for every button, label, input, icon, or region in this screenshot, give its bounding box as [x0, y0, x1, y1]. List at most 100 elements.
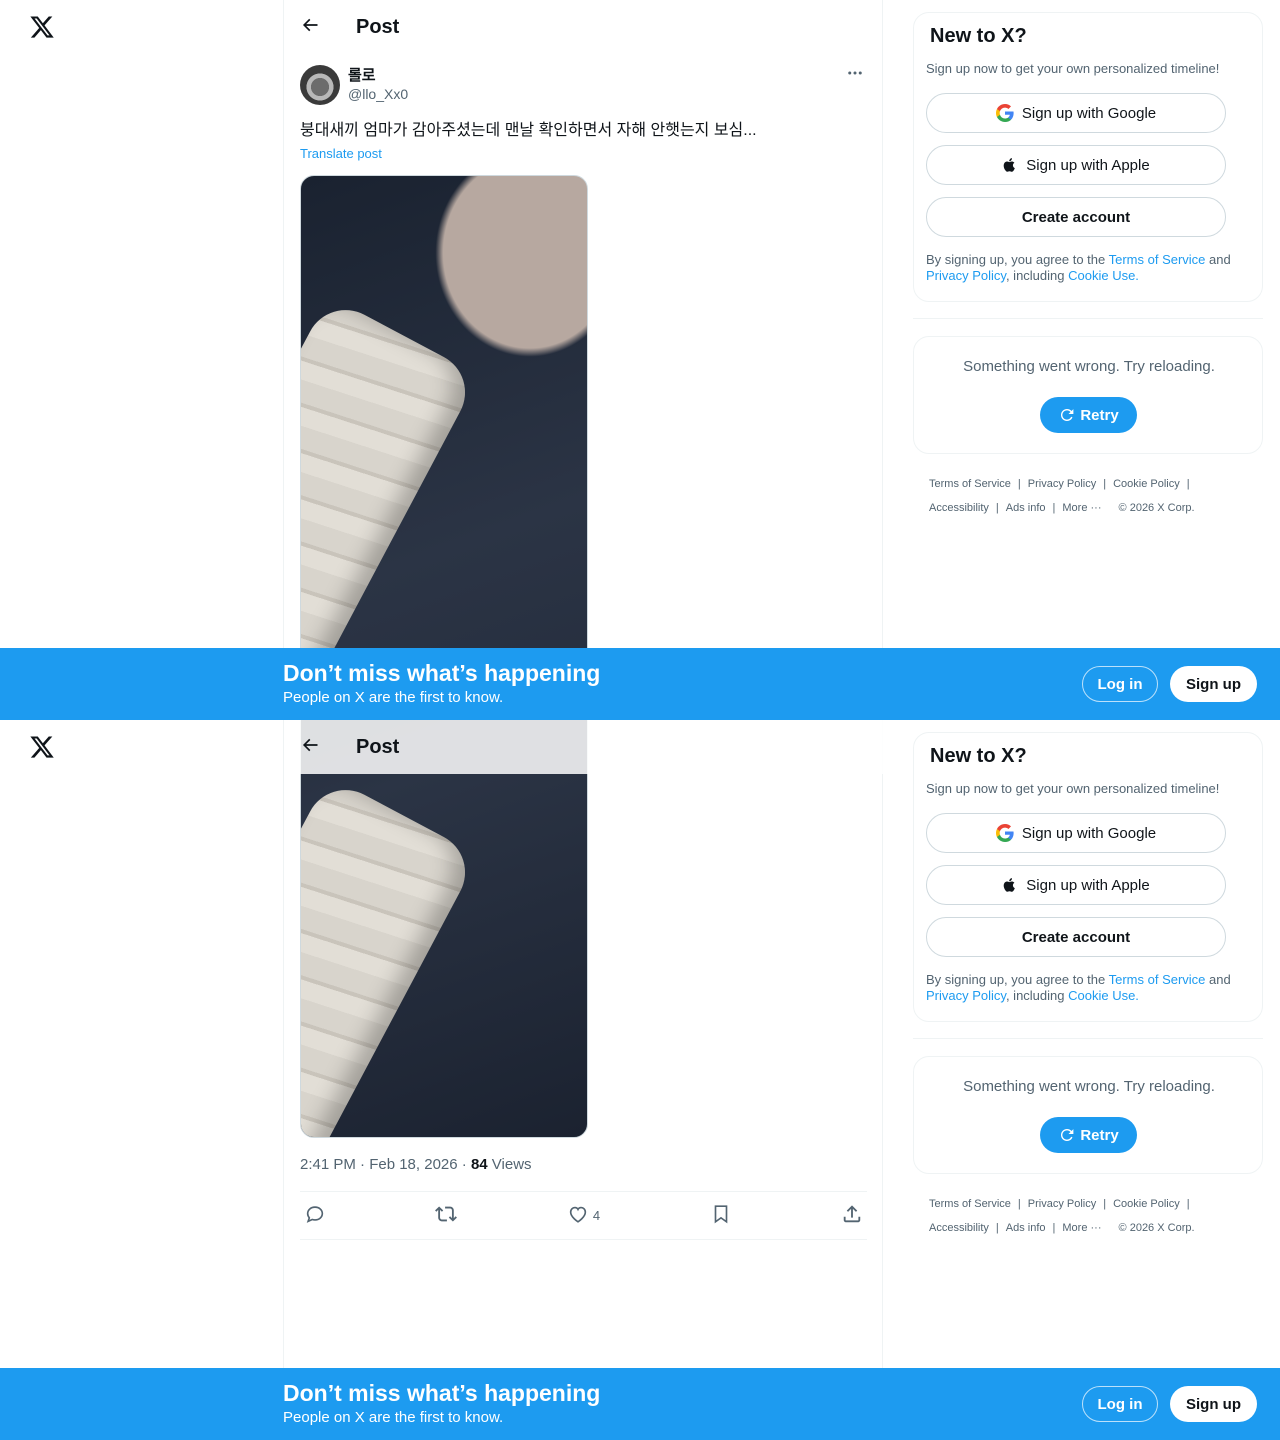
signup-button[interactable]: Sign up: [1170, 1386, 1257, 1422]
google-icon: [995, 104, 1014, 122]
retry-button[interactable]: Retry: [1040, 397, 1137, 433]
login-button[interactable]: Log in: [1082, 1386, 1158, 1422]
apple-signup-label: Sign up with Apple: [1026, 876, 1150, 894]
apple-signup-label: Sign up with Apple: [1026, 156, 1150, 174]
signup-card: New to X? Sign up now to get your own pe…: [913, 732, 1263, 1022]
refresh-icon: [1058, 1126, 1076, 1144]
terms-link[interactable]: Terms of Service: [1109, 252, 1206, 267]
apple-signup-button[interactable]: Sign up with Apple: [926, 145, 1226, 185]
views-label: Views: [487, 1156, 532, 1173]
post-photo[interactable]: [300, 175, 588, 720]
reply-icon: [304, 1203, 326, 1228]
signup-legal-text: By signing up, you agree to the Terms of…: [926, 972, 1251, 1004]
post-author: 롤로 @llo_Xx0: [300, 65, 408, 105]
apple-icon: [1002, 876, 1018, 894]
footer-terms[interactable]: Terms of Service: [929, 478, 1011, 490]
footer-accessibility[interactable]: Accessibility: [929, 502, 989, 514]
footer-ads[interactable]: Ads info: [1006, 1222, 1046, 1234]
create-account-button[interactable]: Create account: [926, 197, 1226, 237]
translate-post-link[interactable]: Translate post: [300, 146, 382, 161]
footer-more[interactable]: More ···: [1062, 502, 1101, 514]
avatar[interactable]: [300, 65, 340, 105]
repost-button[interactable]: [435, 1199, 458, 1233]
sidebar-divider: [913, 1038, 1263, 1039]
primary-column: Post 2:41 PM · Feb 18, 2026 · 84 Views 4: [283, 720, 883, 1440]
bookmark-button[interactable]: [710, 1199, 732, 1233]
cookie-link[interactable]: Cookie Use.: [1068, 988, 1139, 1003]
post-actions: 4: [300, 1191, 867, 1240]
more-horizontal-icon: [846, 64, 864, 87]
terms-link[interactable]: Terms of Service: [1109, 972, 1206, 987]
sidebar-divider: [913, 318, 1263, 319]
repost-icon: [435, 1203, 458, 1228]
legal-and: and: [1205, 252, 1231, 267]
privacy-link[interactable]: Privacy Policy: [926, 988, 1006, 1003]
author-name[interactable]: 롤로: [348, 67, 408, 85]
footer-ads[interactable]: Ads info: [1006, 502, 1046, 514]
google-signup-label: Sign up with Google: [1021, 824, 1157, 842]
x-logo-icon[interactable]: [29, 734, 55, 760]
footer-terms[interactable]: Terms of Service: [929, 1198, 1011, 1210]
share-icon: [841, 1203, 863, 1228]
author-handle[interactable]: @llo_Xx0: [348, 85, 408, 103]
heart-icon: [567, 1203, 589, 1228]
bookmark-icon: [710, 1203, 732, 1228]
arrow-left-icon: [300, 735, 320, 760]
google-icon: [995, 824, 1014, 842]
retry-label: Retry: [1080, 1126, 1119, 1144]
page-title: Post: [356, 15, 400, 38]
signup-card: New to X? Sign up now to get your own pe…: [913, 12, 1263, 302]
bandage-image: [301, 776, 480, 1137]
post-time[interactable]: 2:41 PM · Feb 18, 2026: [300, 1156, 458, 1173]
views-count: 84: [470, 1156, 488, 1173]
viewport-top: Post 롤로 @llo_Xx0 붕대새끼 엄마가 감아주셨는데 맨날 확인하면…: [0, 0, 1280, 720]
signup-button[interactable]: Sign up: [1170, 666, 1257, 702]
create-account-button[interactable]: Create account: [926, 917, 1226, 957]
x-logo-icon[interactable]: [29, 14, 55, 40]
refresh-icon: [1058, 406, 1076, 424]
google-signup-button[interactable]: Sign up with Google: [926, 93, 1226, 133]
footer-more[interactable]: More ···: [1062, 1222, 1101, 1234]
footer-accessibility[interactable]: Accessibility: [929, 1222, 989, 1234]
footer-cookie[interactable]: Cookie Policy: [1113, 1198, 1180, 1210]
error-card: Something went wrong. Try reloading. Ret…: [913, 1056, 1263, 1174]
post-photo[interactable]: [300, 720, 588, 1138]
footer-copyright: © 2026 X Corp.: [1118, 1222, 1195, 1234]
arrow-left-icon: [300, 15, 320, 40]
share-button[interactable]: [841, 1199, 863, 1233]
banner-title: Don’t miss what’s happening: [283, 660, 601, 686]
footer-links: Terms of Service | Privacy Policy | Cookie P…: [929, 478, 1195, 514]
signup-banner: Don’t miss what’s happening People on X …: [0, 648, 1280, 720]
legal-prefix: By signing up, you agree to the: [926, 972, 1109, 987]
post-timestamp: 2:41 PM · Feb 18, 2026 · 84 Views: [300, 1156, 532, 1173]
footer-privacy[interactable]: Privacy Policy: [1028, 478, 1096, 490]
like-count: 4: [592, 1208, 601, 1223]
login-button[interactable]: Log in: [1082, 666, 1158, 702]
back-button[interactable]: [292, 729, 328, 765]
privacy-link[interactable]: Privacy Policy: [926, 268, 1006, 283]
error-card: Something went wrong. Try reloading. Ret…: [913, 336, 1263, 454]
post-header: Post: [284, 0, 883, 54]
signup-subtitle: Sign up now to get your own personalized…: [926, 61, 1220, 76]
timestamp-separator: ·: [457, 1156, 471, 1173]
google-signup-button[interactable]: Sign up with Google: [926, 813, 1226, 853]
banner-subtitle: People on X are the first to know.: [283, 689, 504, 706]
back-button[interactable]: [292, 9, 328, 45]
primary-column: Post 롤로 @llo_Xx0 붕대새끼 엄마가 감아주셨는데 맨날 확인하면…: [283, 0, 883, 720]
signup-subtitle: Sign up now to get your own personalized…: [926, 781, 1220, 796]
legal-including: , including: [1005, 268, 1069, 283]
footer-cookie[interactable]: Cookie Policy: [1113, 478, 1180, 490]
legal-prefix: By signing up, you agree to the: [926, 252, 1109, 267]
reply-button[interactable]: [304, 1199, 326, 1233]
footer-privacy[interactable]: Privacy Policy: [1028, 1198, 1096, 1210]
cookie-link[interactable]: Cookie Use.: [1068, 268, 1139, 283]
retry-button[interactable]: Retry: [1040, 1117, 1137, 1153]
like-button[interactable]: 4: [567, 1199, 600, 1233]
apple-signup-button[interactable]: Sign up with Apple: [926, 865, 1226, 905]
legal-including: , including: [1005, 988, 1069, 1003]
post-header: Post: [284, 720, 883, 774]
retry-label: Retry: [1080, 406, 1119, 424]
google-signup-label: Sign up with Google: [1021, 104, 1157, 122]
footer-links: Terms of Service | Privacy Policy | Cookie P…: [929, 1198, 1195, 1234]
more-options-button[interactable]: [844, 64, 866, 86]
